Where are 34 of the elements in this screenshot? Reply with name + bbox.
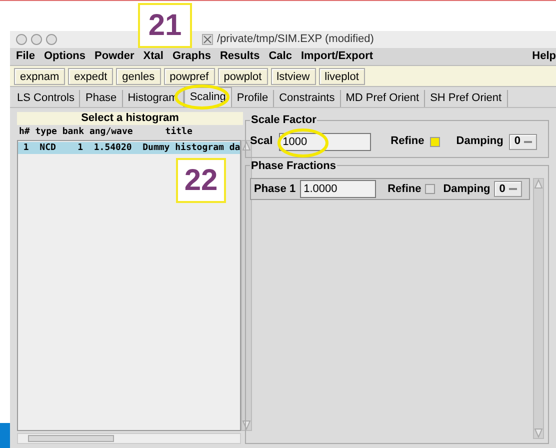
field-label: Scal [250, 134, 273, 150]
damping-dropdown[interactable]: 0 [509, 134, 538, 150]
field-label: Phase 1 [254, 182, 296, 197]
toolbar-button[interactable]: powpref [164, 68, 215, 84]
value-field[interactable]: 1.0000 [300, 180, 376, 198]
toolbar-button[interactable]: expedt [68, 68, 114, 84]
field-label: Damping [443, 182, 490, 197]
menu-item[interactable]: Xtal [143, 48, 164, 65]
menu-item[interactable]: Options [44, 48, 86, 65]
window-title: /private/tmp/SIM.EXP (modified) [217, 32, 374, 48]
field-label: Refine [390, 134, 424, 150]
toolbar-button[interactable]: expnam [14, 68, 66, 84]
menu-item[interactable]: Calc [268, 48, 292, 65]
menu-item[interactable]: Powder [94, 48, 134, 65]
toolbar-button[interactable]: genles [116, 68, 161, 84]
menu-item[interactable]: Help [532, 48, 556, 65]
value-field[interactable]: 1000 [278, 132, 371, 150]
menu-item[interactable]: File [16, 48, 35, 65]
menu-item[interactable]: Import/Export [300, 48, 374, 65]
histogram-row[interactable]: 1 NCD 1 1.54020 Dummy histogram da [18, 142, 240, 154]
callout-label: 21 [138, 3, 192, 48]
menu-item[interactable]: Results [220, 48, 260, 65]
field-label: Refine [388, 182, 422, 197]
toolbar-button[interactable]: lstview [270, 68, 316, 84]
group-title: Phase Fractions [250, 158, 337, 174]
damping-dropdown[interactable]: 0 [494, 181, 522, 197]
toolbar-button[interactable]: liveplot [318, 68, 365, 84]
menu-item[interactable]: Graphs [172, 48, 211, 65]
list-title: Select a histogram [17, 112, 243, 125]
toolbar-button[interactable]: powplot [218, 68, 268, 84]
field-label: Damping [456, 134, 504, 150]
column-header: h# type bank ang/wave title [18, 126, 194, 139]
group-title: Scale Factor [250, 113, 318, 128]
callout-label: 22 [176, 158, 226, 203]
